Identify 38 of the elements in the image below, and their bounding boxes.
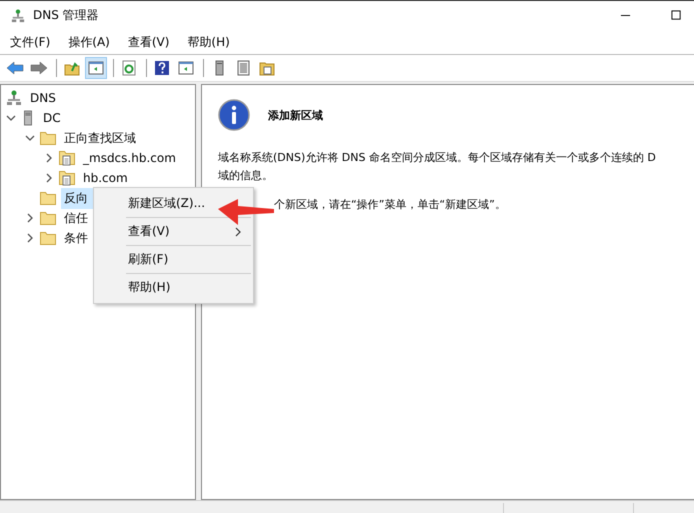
heading: 添加新区域 — [268, 108, 323, 122]
info-icon — [218, 99, 250, 131]
dns-icon — [6, 90, 22, 106]
tree-item[interactable]: 信任 — [61, 208, 91, 228]
menu-item[interactable]: 文件(F) — [6, 34, 58, 50]
collapsed-chevron-icon[interactable] — [44, 153, 54, 163]
tree-item[interactable]: 正向查找区域 — [61, 128, 139, 148]
collapsed-chevron-icon[interactable] — [25, 233, 35, 243]
maximize-icon[interactable] — [671, 10, 682, 21]
context-menu-item[interactable]: 刷新(F) — [96, 246, 178, 273]
tree-item[interactable]: hb.com — [80, 169, 131, 187]
tree-item[interactable]: 条件 — [61, 228, 91, 248]
zone-file-icon — [59, 170, 75, 186]
submenu-chevron-icon — [235, 226, 241, 236]
context-menu-item[interactable]: 新建区域(Z)... — [96, 190, 216, 217]
menu-item[interactable]: 操作(A) — [64, 34, 118, 50]
tree-item[interactable]: _msdcs.hb.com — [80, 149, 179, 167]
folder-icon — [40, 131, 56, 145]
window-title: DNS 管理器 — [33, 7, 99, 24]
menu-item[interactable]: 帮助(H) — [183, 34, 238, 50]
context-menu-item[interactable]: 帮助(H) — [96, 274, 180, 301]
tree-item[interactable]: DNS — [27, 89, 59, 107]
context-menu-item[interactable]: 查看(V) — [96, 218, 251, 245]
collapsed-chevron-icon[interactable] — [25, 213, 35, 223]
folder-icon — [40, 231, 56, 245]
folder-icon — [40, 191, 56, 205]
zone-file-icon — [59, 150, 75, 166]
tree-item[interactable]: DC — [40, 109, 64, 127]
console-pane-icon[interactable] — [85, 57, 107, 79]
menu-item[interactable]: 查看(V) — [124, 34, 178, 50]
dns-app-icon — [11, 8, 25, 22]
description-paragraph: 域名称系统(DNS)允许将 DNS 命名空间分成区域。每个区域存储有关一个或多个连续的 D 域的信息。 — [218, 150, 657, 184]
expanded-chevron-icon[interactable] — [25, 133, 35, 143]
expanded-chevron-icon[interactable] — [6, 113, 16, 123]
server-icon — [21, 109, 35, 127]
instruction-text: 个新区域，请在“操作”菜单，单击“新建区域”。 — [274, 197, 507, 212]
collapsed-chevron-icon[interactable] — [44, 173, 54, 183]
folder-icon — [40, 211, 56, 225]
